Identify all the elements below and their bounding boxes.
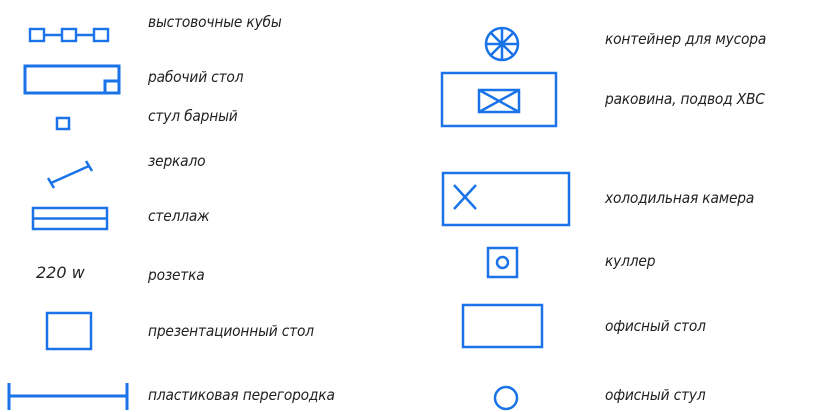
exhibition-cubes-icon [28,27,110,43]
legend-label-work-desk: рабочий стол [148,68,244,86]
legend-label-sink: раковина, подвод ХВС [605,90,765,108]
shelving-icon [31,206,109,231]
legend-label-office-chair: офисный стул [605,386,706,404]
presentation-table-icon [45,311,93,351]
plastic-partition-icon [7,383,129,410]
legend-label-presentation-table: презентационный стол [148,322,314,340]
legend-label-trash-container: контейнер для мусора [605,30,767,48]
socket-voltage-text: 220 w [36,263,85,282]
legend-label-water-cooler: куллер [605,252,656,270]
legend-label-socket: розетка [148,266,205,284]
work-desk-icon [23,64,121,95]
office-chair-icon [493,385,519,411]
legend-label-plastic-partition: пластиковая перегородка [148,386,335,404]
legend: выстовочные кубы рабочий стол стул барны… [0,0,817,412]
legend-label-bar-stool: стул барный [148,107,238,125]
legend-label-cold-room: холодильная камера [605,189,755,207]
sink-icon [440,71,558,128]
bar-stool-icon [55,116,71,131]
legend-label-mirror: зеркало [148,152,206,170]
office-desk-icon [461,303,544,349]
trash-container-icon [484,26,520,62]
legend-label-exhibition-cubes: выстовочные кубы [148,13,282,31]
water-cooler-icon [486,246,519,279]
legend-label-office-desk: офисный стол [605,317,706,335]
mirror-icon [46,160,94,189]
legend-label-shelving: стеллаж [148,207,210,225]
cold-room-icon [441,171,571,227]
